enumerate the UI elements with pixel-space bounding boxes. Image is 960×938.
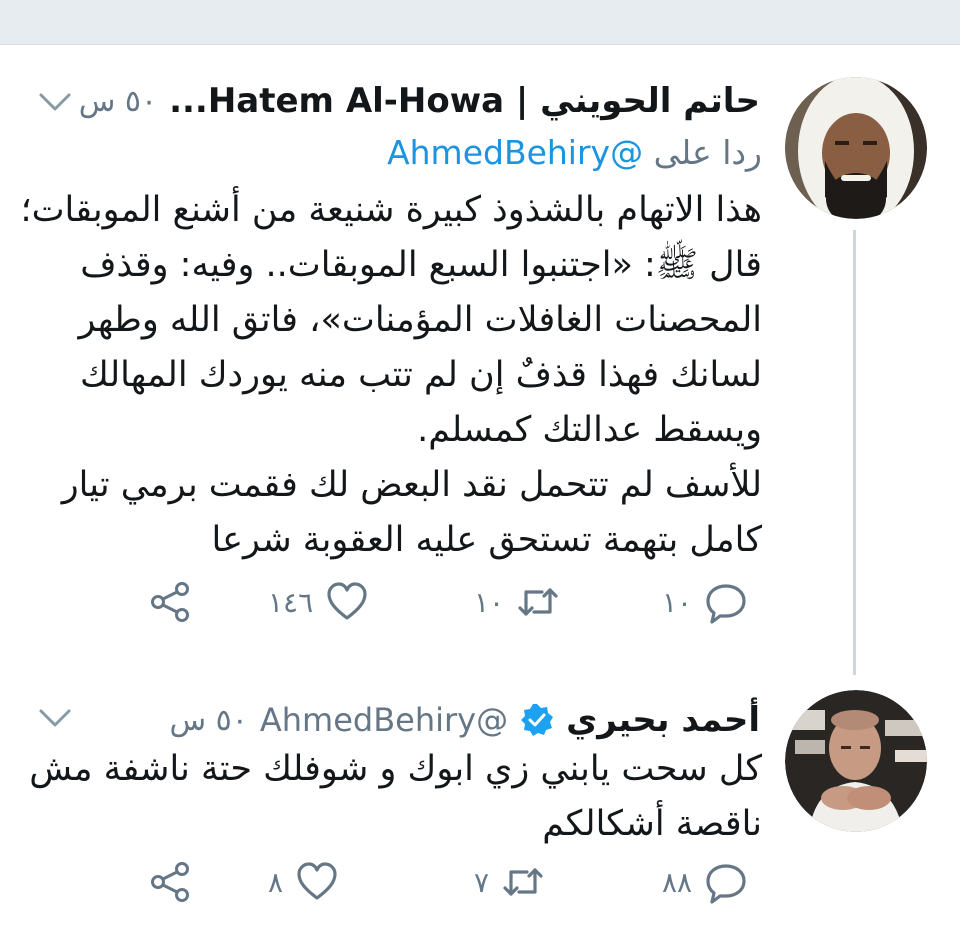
share-button[interactable] <box>148 860 192 904</box>
share-button[interactable] <box>148 580 192 624</box>
retweet-icon <box>503 868 543 896</box>
tweet-line: كامل بتهمة تستحق عليه العقوبة شرعا <box>211 520 763 560</box>
handle[interactable]: @AhmedBehiry <box>260 701 508 739</box>
action-bar: ١٠ ١٠ ١٤٦ <box>0 580 960 630</box>
reply-count: ١٠ <box>662 585 693 619</box>
like-count: ١٤٦ <box>268 585 314 619</box>
timestamp[interactable]: ٥٠ س <box>79 84 157 119</box>
reply-icon <box>706 864 746 904</box>
like-icon <box>327 582 367 620</box>
avatar[interactable] <box>785 690 927 832</box>
tweet-header: أحمد بحيري @AhmedBehiry ٥٠ س <box>169 700 760 740</box>
chevron-down-icon[interactable] <box>38 707 72 729</box>
tweet-line: المحصنات الغافلات المؤمنات»، فاتق الله و… <box>78 300 762 340</box>
display-name[interactable]: حاتم الحويني | Hatem Al-Howa... <box>169 81 760 121</box>
reply-count: ٨٨ <box>662 865 693 899</box>
tweet-text: هذا الاتهام بالشذوذ كبيرة شنيعة من أشنع … <box>20 183 763 568</box>
chevron-down-icon[interactable] <box>38 91 72 113</box>
verified-badge-icon <box>521 704 554 736</box>
top-separator-bar <box>0 0 960 45</box>
action-bar: ٨٨ ٧ ٨ <box>0 860 960 910</box>
like-button[interactable]: ١٤٦ <box>268 580 369 624</box>
tweet-line: ناقصة أشكالكم <box>542 804 762 844</box>
share-icon <box>151 582 189 622</box>
tweet-header: حاتم الحويني | Hatem Al-Howa... ٥٠ س <box>79 81 760 121</box>
avatar[interactable] <box>785 77 927 219</box>
like-icon <box>297 862 337 900</box>
reply-icon <box>706 584 746 624</box>
retweet-button[interactable]: ١٠ <box>474 580 560 624</box>
tweet-line: ويسقط عدالتك كمسلم. <box>417 410 762 450</box>
share-icon <box>151 862 189 902</box>
retweet-button[interactable]: ٧ <box>474 860 545 904</box>
retweet-count: ٧ <box>474 865 490 899</box>
replying-to: ردا على @AhmedBehiry <box>387 133 762 172</box>
tweet-text: كل سحت يابني زي ابوك و شوفلك حتة ناشفة م… <box>29 742 762 852</box>
retweet-count: ١٠ <box>474 585 505 619</box>
reply-button[interactable]: ٨٨ <box>662 860 748 904</box>
tweet-line: هذا الاتهام بالشذوذ كبيرة شنيعة من أشنع … <box>20 190 762 230</box>
timestamp[interactable]: ٥٠ س <box>169 703 247 738</box>
replying-handle-link[interactable]: @AhmedBehiry <box>387 133 643 172</box>
tweet-hatem[interactable]: حاتم الحويني | Hatem Al-Howa... ٥٠ س ردا… <box>0 45 960 660</box>
retweet-icon <box>518 588 558 616</box>
tweet-line: لسانك فهذا قذفٌ إن لم تتب منه يوردك المه… <box>79 355 762 395</box>
like-count: ٨ <box>268 865 284 899</box>
tweet-line: كل سحت يابني زي ابوك و شوفلك حتة ناشفة م… <box>29 749 762 789</box>
tweet-line: للأسف لم تتحمل نقد البعض لك فقمت برمي تي… <box>61 465 762 505</box>
replying-prefix: ردا على <box>653 133 762 172</box>
display-name[interactable]: أحمد بحيري <box>566 700 760 740</box>
tweet-line: قال ﷺ: «اجتنبوا السبع الموبقات.. وفيه: و… <box>80 245 762 285</box>
like-button[interactable]: ٨ <box>268 860 339 904</box>
reply-button[interactable]: ١٠ <box>662 580 748 624</box>
tweet-behiry[interactable]: أحمد بحيري @AhmedBehiry ٥٠ س كل سحت يابن… <box>0 662 960 938</box>
